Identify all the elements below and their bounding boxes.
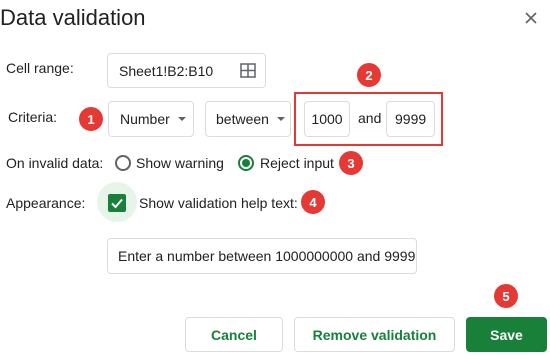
- badge-5: 5: [494, 284, 518, 308]
- on-invalid-label: On invalid data:: [6, 155, 104, 171]
- cell-range-value: Sheet1!B2:B10: [119, 62, 214, 79]
- help-text-value: Enter a number between 1000000000 and 99…: [118, 248, 416, 264]
- criteria-operator-value: between: [216, 111, 269, 127]
- criteria-type-value: Number: [120, 111, 170, 127]
- criteria-label: Criteria:: [8, 109, 58, 125]
- badge-3: 3: [339, 151, 363, 175]
- remove-validation-button[interactable]: Remove validation: [294, 317, 455, 352]
- show-warning-radio[interactable]: [115, 155, 131, 171]
- check-icon: [111, 198, 123, 209]
- chevron-down-icon: [177, 117, 186, 121]
- max-value: 9999: [395, 111, 427, 127]
- badge-4: 4: [301, 190, 325, 214]
- reject-input-label[interactable]: Reject input: [260, 155, 334, 171]
- show-warning-label[interactable]: Show warning: [136, 155, 224, 171]
- appearance-label: Appearance:: [6, 195, 86, 211]
- criteria-operator-dropdown[interactable]: between: [205, 101, 291, 137]
- badge-1: 1: [79, 107, 103, 131]
- radio-dot: [242, 159, 250, 167]
- min-value: 1000: [311, 111, 343, 127]
- chevron-down-icon: [276, 117, 285, 121]
- grid-icon[interactable]: [240, 63, 256, 81]
- min-value-input[interactable]: 1000: [304, 101, 350, 137]
- cell-range-label: Cell range:: [6, 60, 74, 76]
- and-label: and: [358, 110, 382, 126]
- cancel-button[interactable]: Cancel: [185, 317, 283, 352]
- cell-range-input[interactable]: Sheet1!B2:B10: [107, 53, 266, 88]
- help-text-checkbox[interactable]: [108, 194, 126, 212]
- help-text-input[interactable]: Enter a number between 1000000000 and 99…: [107, 238, 417, 274]
- help-text-checkbox-label[interactable]: Show validation help text:: [139, 195, 298, 211]
- criteria-type-dropdown[interactable]: Number: [108, 101, 194, 137]
- reject-input-radio[interactable]: [238, 155, 254, 171]
- badge-2: 2: [357, 63, 381, 87]
- max-value-input[interactable]: 9999: [386, 101, 435, 137]
- close-icon[interactable]: [521, 8, 541, 28]
- dialog-title: Data validation: [0, 5, 146, 30]
- save-button[interactable]: Save: [466, 317, 547, 352]
